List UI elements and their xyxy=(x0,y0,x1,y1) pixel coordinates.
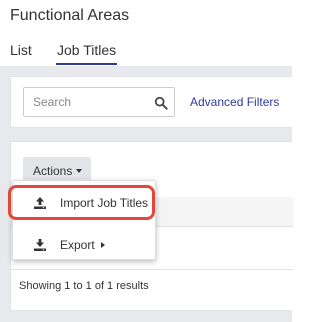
page-title: Functional Areas xyxy=(10,7,130,24)
tab-bar: List Job Titles xyxy=(0,41,292,65)
actions-button-label: Actions xyxy=(33,164,73,178)
chevron-right-icon xyxy=(100,242,105,248)
search-input[interactable] xyxy=(24,88,149,116)
advanced-filters-link[interactable]: Advanced Filters xyxy=(190,95,279,109)
search-icon[interactable] xyxy=(154,96,168,110)
tab-list[interactable]: List xyxy=(10,41,32,65)
search-box xyxy=(23,87,175,117)
row-divider xyxy=(11,269,293,270)
tab-job-titles[interactable]: Job Titles xyxy=(56,41,118,65)
menu-item-export[interactable]: Export xyxy=(13,229,157,261)
pagination-summary: Showing 1 to 1 of 1 results xyxy=(19,280,149,292)
search-panel: Advanced Filters xyxy=(10,76,292,128)
highlight-annotation xyxy=(8,185,155,220)
caret-down-icon xyxy=(76,169,83,173)
menu-item-label: Export xyxy=(60,238,95,252)
download-icon xyxy=(34,239,46,251)
